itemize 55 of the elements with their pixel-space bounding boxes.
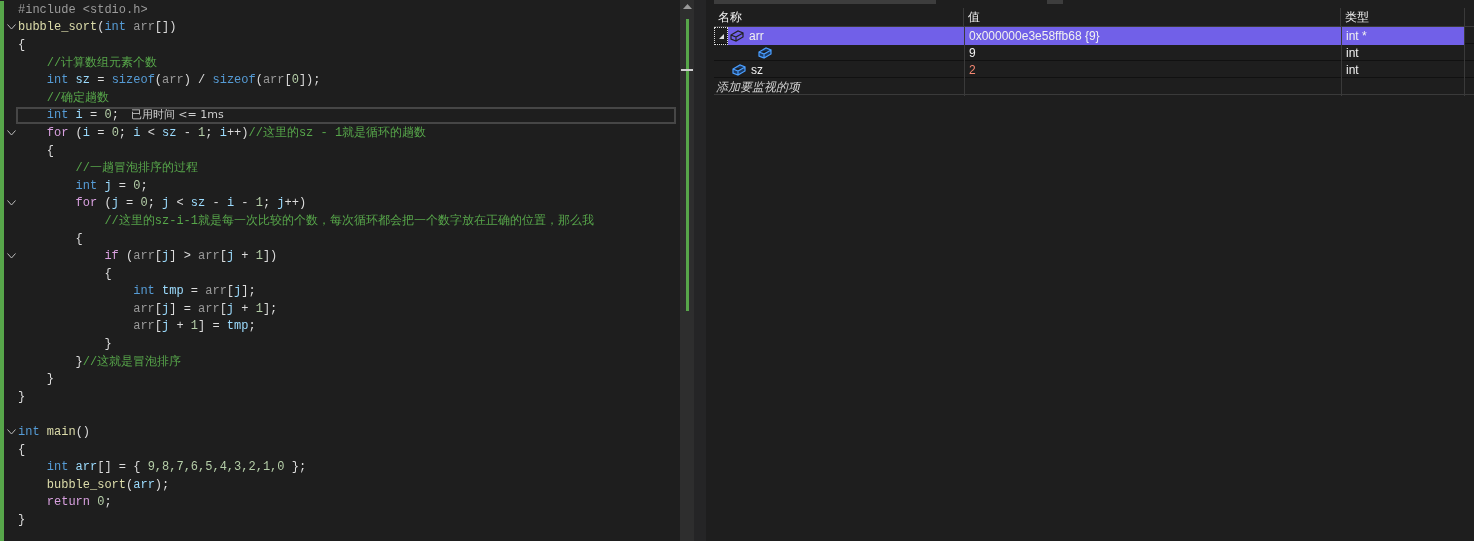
expanded-arrow-icon[interactable]: [718, 33, 724, 39]
add-watch-field[interactable]: 添加要监视的项: [714, 78, 964, 96]
watch-type-cell: int: [1341, 44, 1465, 62]
column-header[interactable]: 类型: [1341, 8, 1465, 26]
code-line: //这里的sz-i-1就是每一次比较的个数，每次循环都会把一个数字放在正确的位置，那么我: [103, 212, 595, 230]
code-line: int tmp = arr[j];: [132, 283, 256, 301]
code-line: #include <stdio.h>: [18, 1, 148, 19]
code-line: int arr[] = { 9,8,7,6,5,4,3,2,1,0 };: [45, 459, 307, 477]
code-line: for (j = 0; j < sz - i - 1; j++): [74, 195, 307, 213]
watch-value-cell: 0x000000e3e58ffb68 {9}: [964, 27, 1341, 45]
code-line: bubble_sort(int arr[]): [18, 19, 177, 37]
watch-type-cell: int *: [1341, 27, 1465, 45]
code-line: for (i = 0; i < sz - 1; i++)//这里的sz - 1就是循环的趟数: [45, 124, 427, 142]
code-line: bubble_sort(arr);: [45, 476, 170, 494]
scrollbar[interactable]: [680, 0, 694, 541]
variable-icon: [730, 30, 744, 42]
code-line: {: [18, 37, 26, 54]
watch-name-cell[interactable]: sz: [730, 61, 964, 79]
variable-icon: [732, 64, 746, 76]
fold-chevron-icon[interactable]: [6, 253, 16, 260]
code-line: }: [103, 336, 112, 354]
scroll-up-icon[interactable]: [682, 4, 692, 9]
code-line: arr[j + 1] = tmp;: [132, 318, 256, 336]
watch-value-cell: 2: [964, 61, 1341, 79]
watch-value-cell: 9: [964, 44, 1341, 62]
code-line: //一趟冒泡排序的过程: [74, 160, 198, 178]
code-line: }: [18, 512, 26, 529]
fold-chevron-icon[interactable]: [6, 200, 16, 207]
scroll-thumb[interactable]: [685, 19, 689, 311]
fold-chevron-icon[interactable]: [6, 129, 16, 136]
code-line: int sz = sizeof(arr) / sizeof(arr[0]);: [45, 72, 321, 90]
code-line: //确定趟数: [45, 89, 110, 107]
code-line: {: [18, 441, 26, 459]
code-line: {: [103, 265, 112, 283]
code-line: {: [45, 142, 54, 160]
code-line: int main(): [18, 424, 91, 442]
column-header[interactable]: 值: [964, 8, 1341, 26]
variable-icon: [758, 47, 772, 59]
code-line: int j = 0;: [74, 177, 148, 195]
code-line: }: [45, 371, 54, 389]
code-line: {: [74, 230, 83, 248]
code-line: return 0;: [45, 494, 112, 512]
code-line: int i = 0;: [45, 107, 119, 125]
elapsed-time-hint: 已用时间 <= 1ms: [130, 107, 224, 124]
fold-chevron-icon[interactable]: [6, 24, 16, 31]
code-line: //计算数组元素个数: [45, 54, 158, 72]
watch-type-cell: int: [1341, 61, 1465, 79]
code-line: if (arr[j] > arr[j + 1]): [103, 248, 278, 266]
fold-chevron-icon[interactable]: [6, 429, 16, 436]
caret-marker: [681, 69, 693, 71]
watch-name-cell[interactable]: arr: [728, 27, 964, 45]
code-line: }//这就是冒泡排序: [74, 353, 182, 371]
column-header[interactable]: 名称: [714, 8, 964, 26]
code-line: }: [18, 388, 26, 406]
code-line: arr[j] = arr[j + 1];: [132, 300, 278, 318]
